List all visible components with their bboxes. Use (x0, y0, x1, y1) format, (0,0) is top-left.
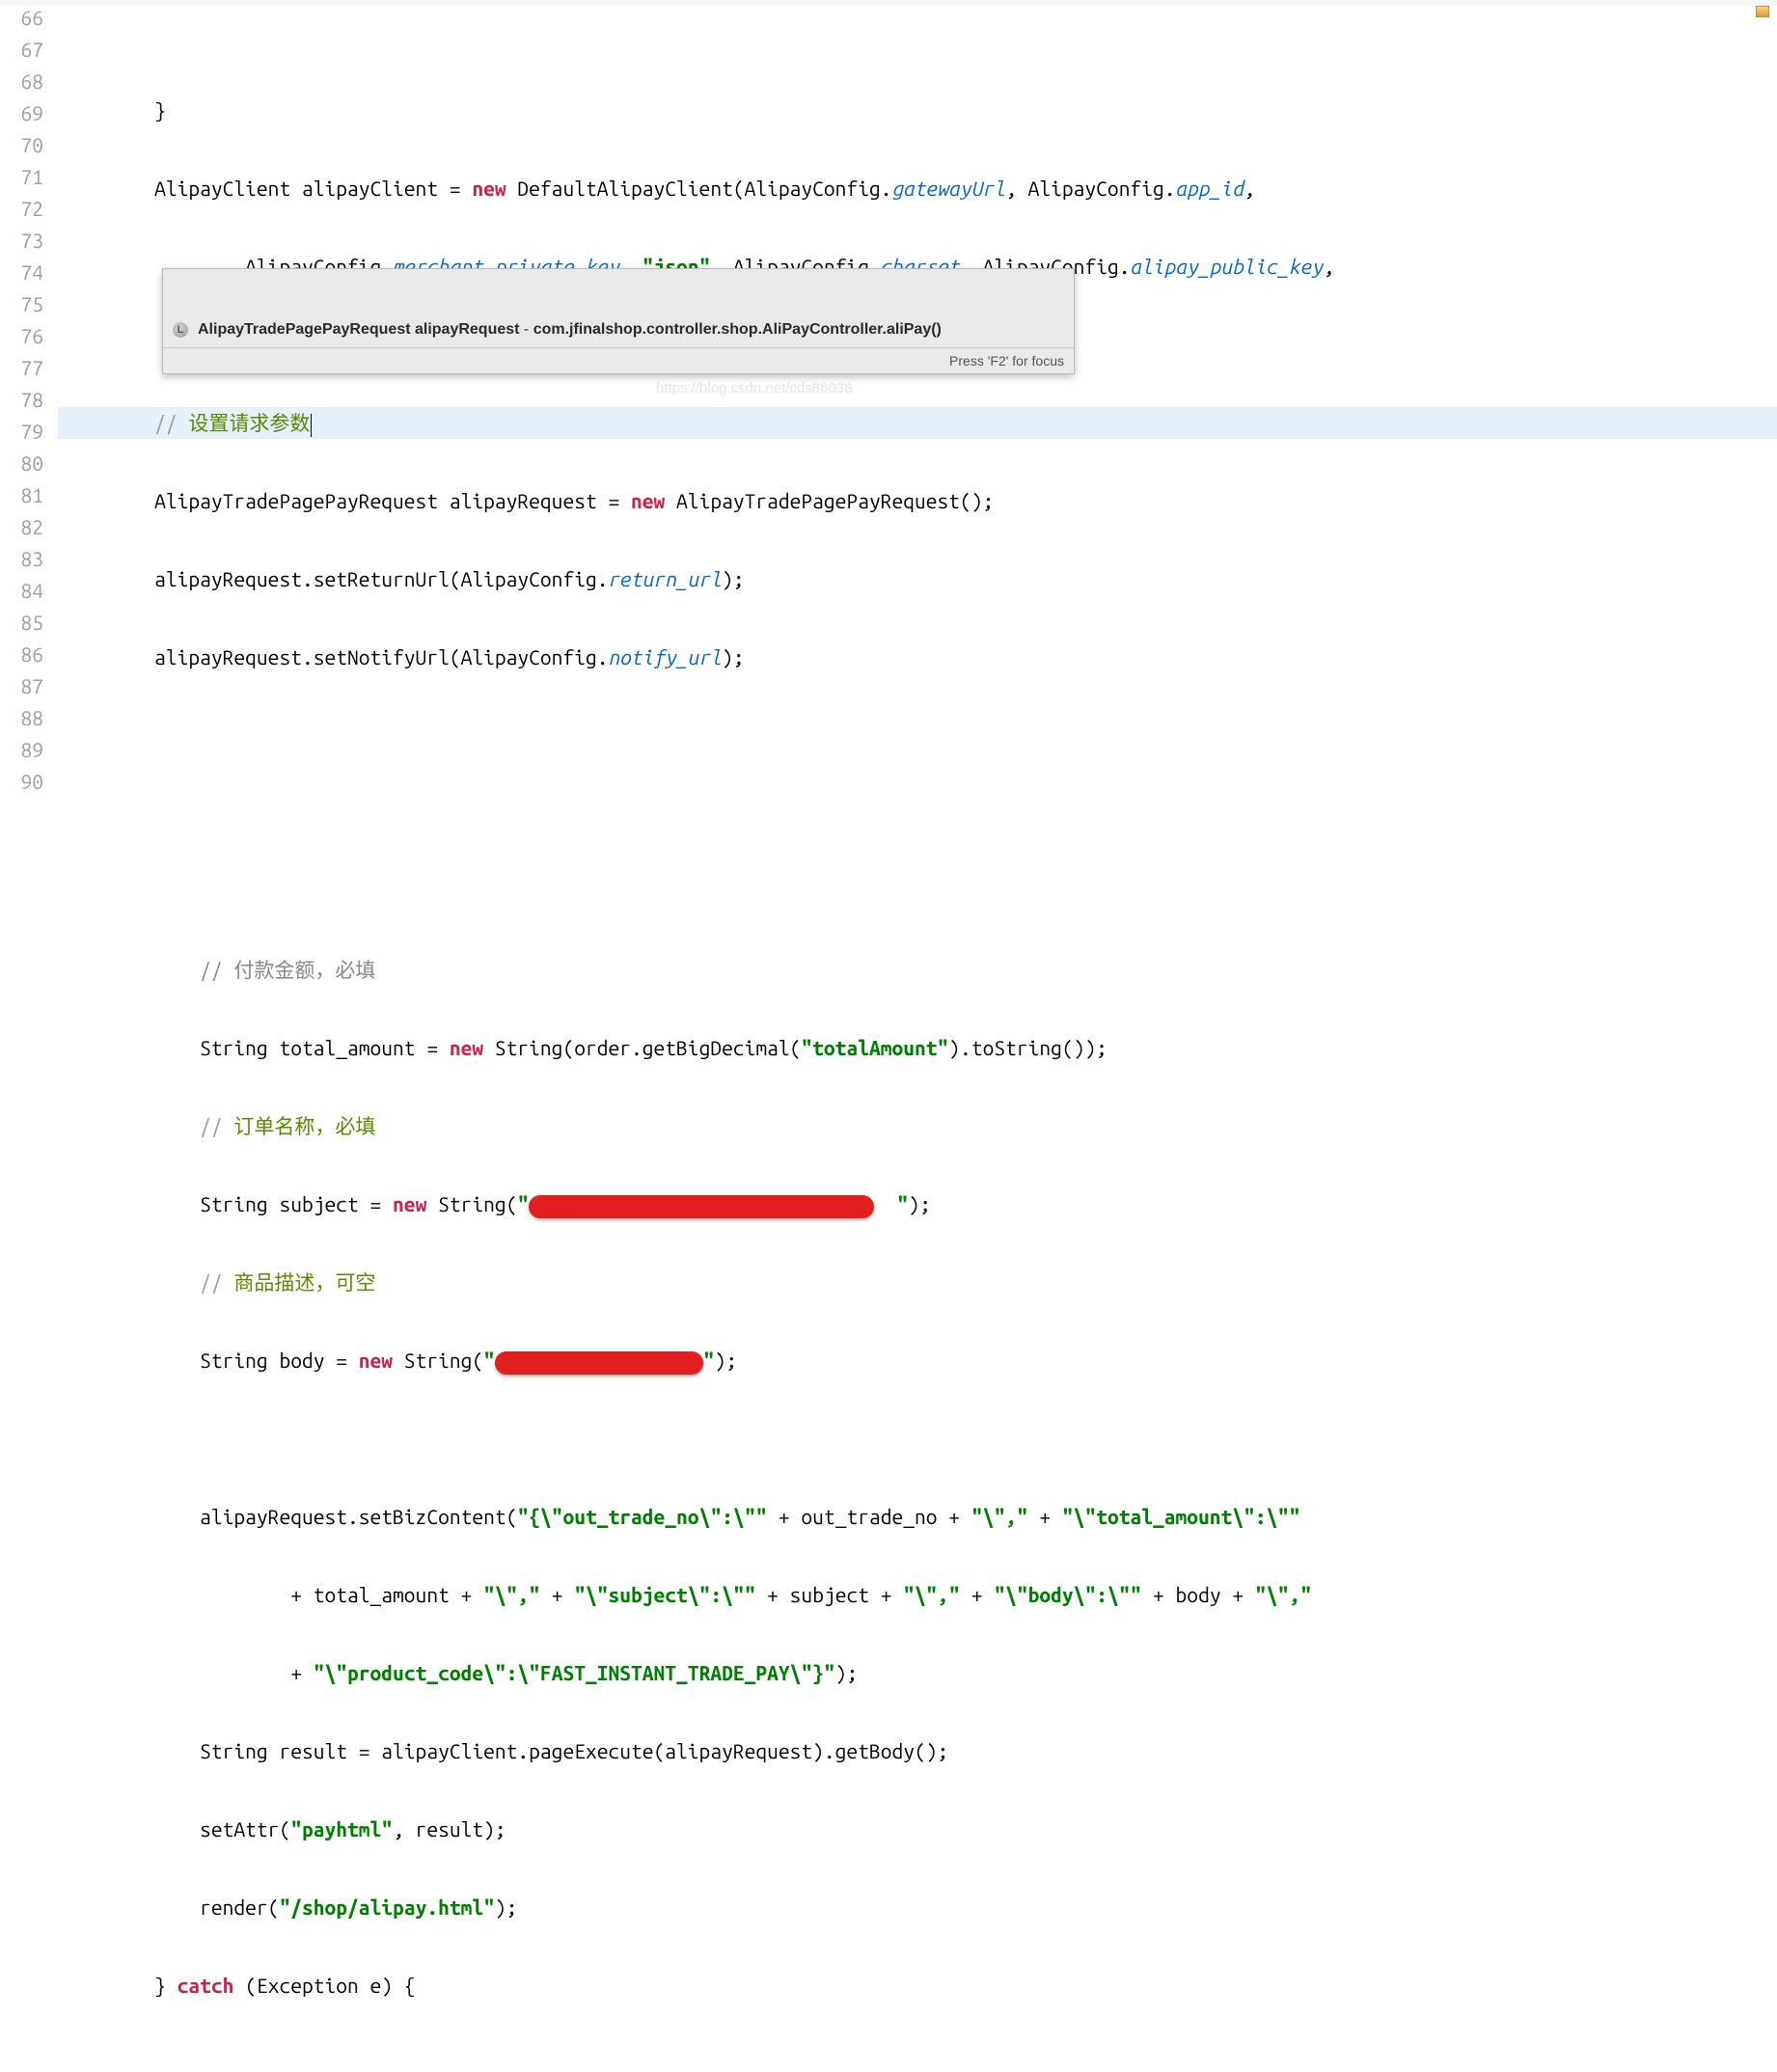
tooltip-hint: Press 'F2' for focus (163, 347, 1074, 373)
line-number: 78 (0, 384, 57, 416)
tooltip-title: AlipayTradePagePayRequest alipayRequest … (198, 321, 942, 339)
line-number: 67 (0, 34, 57, 66)
code-line[interactable] (58, 798, 1777, 830)
code-line[interactable]: } catch (Exception e) { (58, 1970, 1777, 2002)
line-number: 90 (0, 766, 57, 798)
caret: 设置请求参数 (188, 411, 312, 434)
line-number: 73 (0, 225, 57, 257)
line-number: 76 (0, 320, 57, 352)
line-number: 74 (0, 257, 57, 288)
code-editor[interactable]: 66 67 68 69 70 71 72 73 74 75 76 77 78 7… (0, 0, 1777, 1036)
code-line[interactable]: AlipayTradePagePayRequest alipayRequest … (58, 485, 1777, 517)
code-line[interactable]: AlipayClient alipayClient = new DefaultA… (58, 173, 1777, 204)
code-line[interactable]: alipayRequest.setReturnUrl(AlipayConfig.… (58, 563, 1777, 595)
line-number: 69 (0, 97, 57, 129)
redacted-block (529, 1195, 874, 1218)
code-line[interactable]: String result = alipayClient.pageExecute… (58, 1735, 1777, 1767)
local-variable-icon (173, 322, 188, 338)
line-number: 79 (0, 416, 57, 448)
code-line[interactable]: + total_amount + "\"," + "\"subject\":\"… (58, 1579, 1777, 1611)
line-number: 80 (0, 448, 57, 479)
line-number: 84 (0, 575, 57, 607)
line-number: 86 (0, 639, 57, 670)
code-line[interactable]: alipayRequest.setNotifyUrl(AlipayConfig.… (58, 641, 1777, 673)
line-number: 82 (0, 511, 57, 543)
redacted-block (495, 1351, 703, 1375)
code-line[interactable]: } (58, 95, 1777, 126)
code-line[interactable]: String body = new String(""); (58, 1345, 1777, 1377)
code-hover-tooltip[interactable]: AlipayTradePagePayRequest alipayRequest … (162, 268, 1075, 374)
line-number: 75 (0, 288, 57, 320)
line-number: 88 (0, 702, 57, 734)
code-line[interactable]: // 商品描述，可空 (58, 1267, 1777, 1298)
line-number: 70 (0, 129, 57, 161)
line-number: 87 (0, 670, 57, 702)
code-line[interactable]: // 订单名称，必填 (58, 1110, 1777, 1142)
code-line[interactable]: String subject = new String(" "); (58, 1188, 1777, 1220)
line-number: 89 (0, 734, 57, 766)
code-line[interactable]: String total_amount = new String(order.g… (58, 1032, 1777, 1064)
tooltip-content: AlipayTradePagePayRequest alipayRequest … (163, 315, 1074, 344)
line-number: 81 (0, 479, 57, 511)
code-line[interactable]: // 付款金额，必填 (58, 954, 1777, 986)
line-gutter: 66 67 68 69 70 71 72 73 74 75 76 77 78 7… (0, 0, 58, 1036)
code-line[interactable] (58, 876, 1777, 908)
line-number: 71 (0, 161, 57, 193)
line-number: 72 (0, 193, 57, 225)
code-line[interactable] (58, 720, 1777, 751)
line-number: 68 (0, 66, 57, 97)
code-line[interactable]: alipayRequest.setBizContent("{\"out_trad… (58, 1501, 1777, 1533)
line-number: 85 (0, 607, 57, 639)
code-line[interactable]: setAttr("payhtml", result); (58, 1813, 1777, 1845)
code-area[interactable]: https://blog.csdn.net/cds86038 } AlipayC… (58, 0, 1777, 1036)
code-line[interactable]: + "\"product_code\":\"FAST_INSTANT_TRADE… (58, 1657, 1777, 1689)
line-number: 66 (0, 2, 57, 34)
line-number: 83 (0, 543, 57, 575)
code-line[interactable] (58, 1423, 1777, 1455)
line-number: 77 (0, 352, 57, 384)
code-line[interactable]: render("/shop/alipay.html"); (58, 1892, 1777, 1923)
